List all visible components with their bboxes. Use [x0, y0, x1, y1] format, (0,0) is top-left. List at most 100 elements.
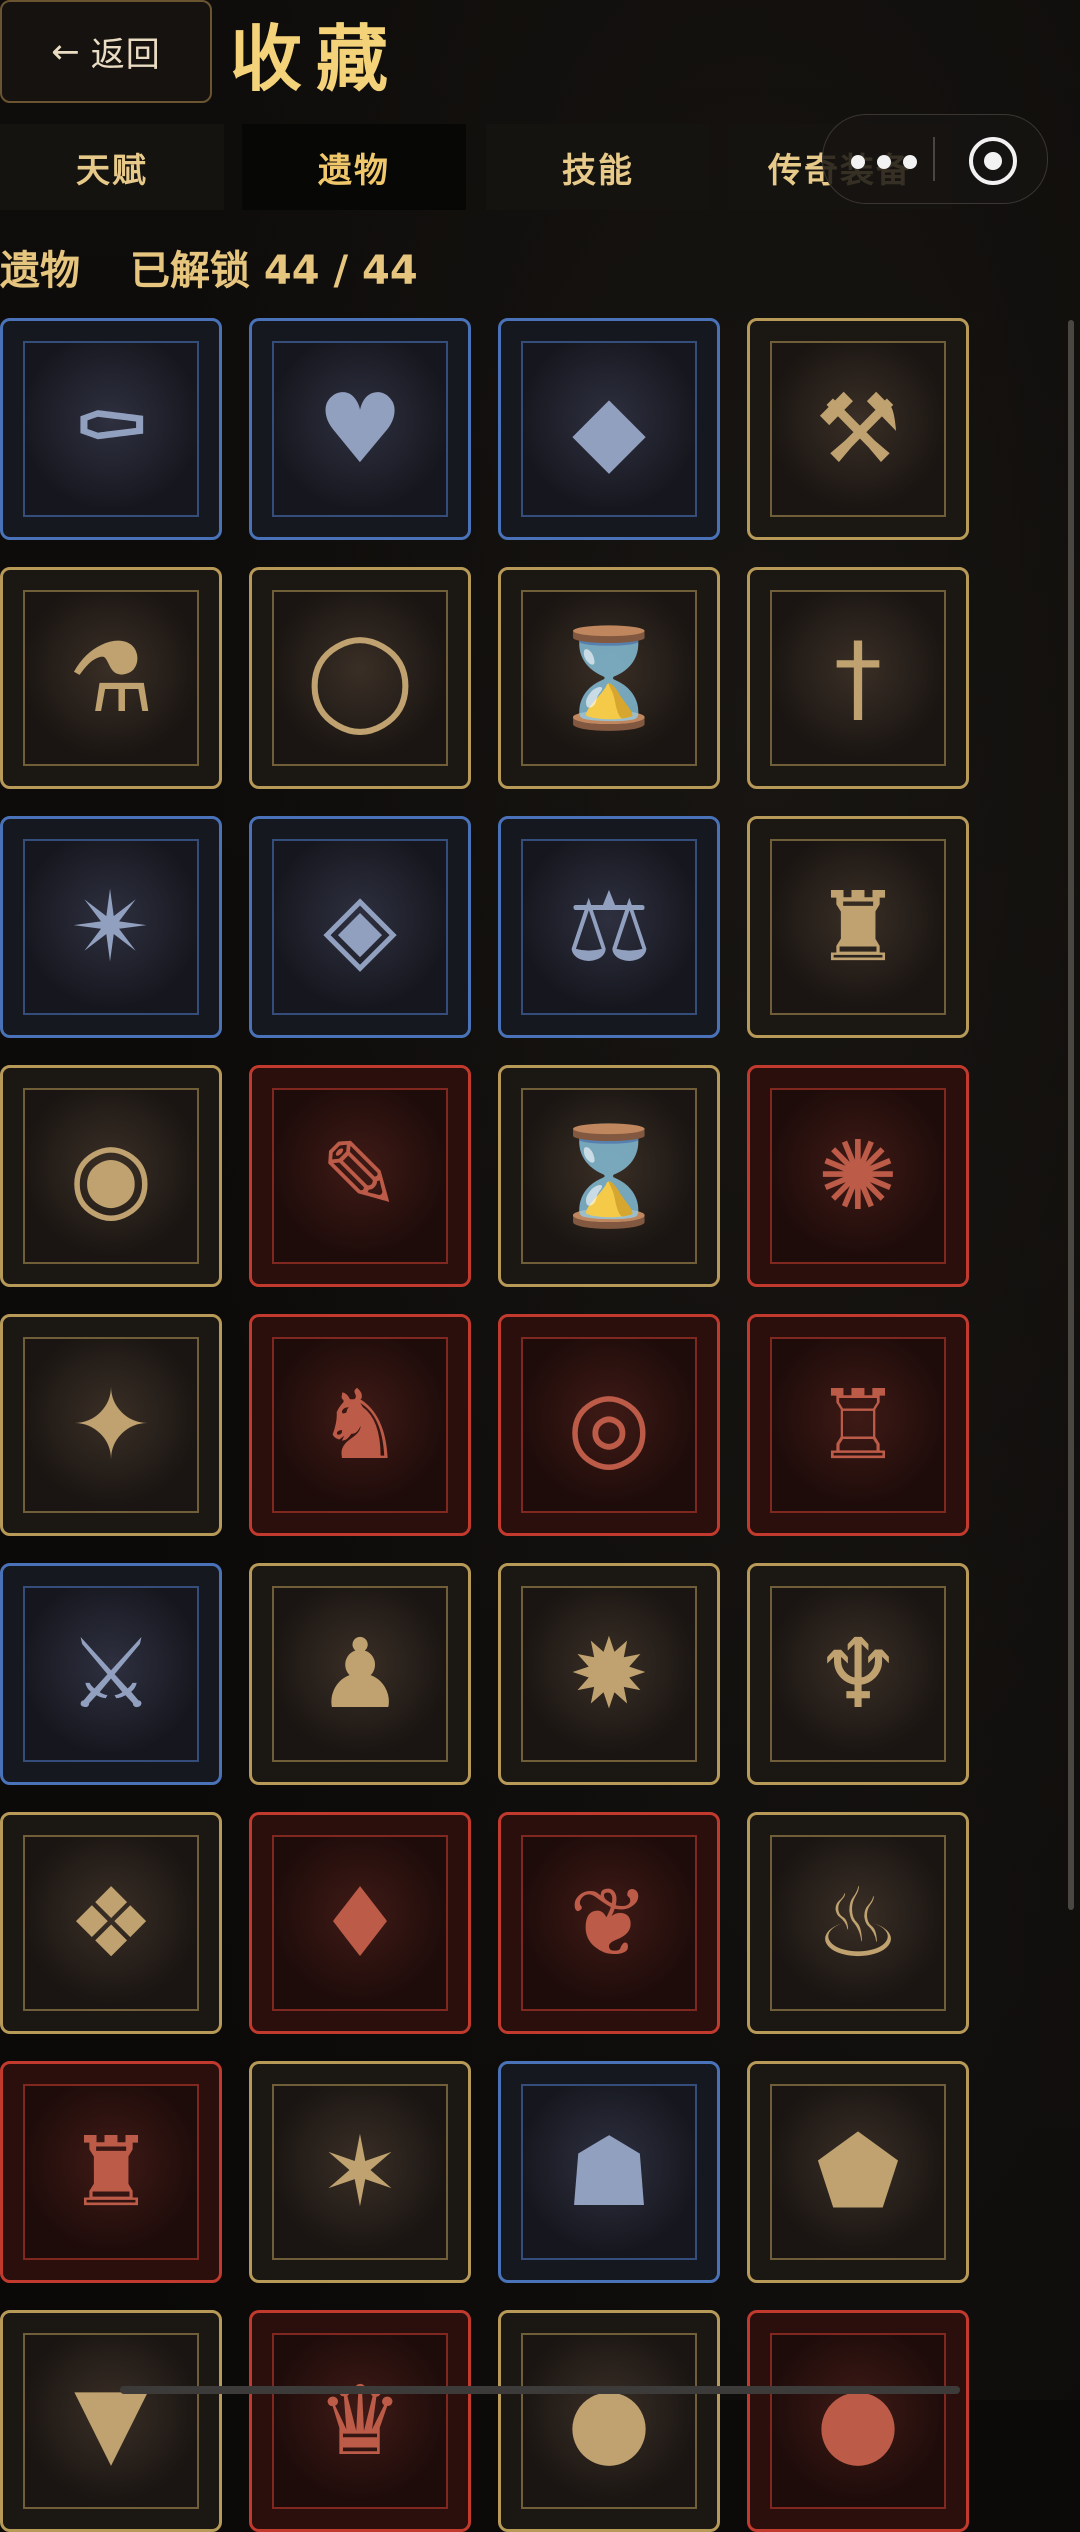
relic-card[interactable]: ⌛: [498, 1065, 720, 1287]
relic-frame: ♦: [272, 1835, 448, 2011]
relic-card[interactable]: ❖: [0, 1812, 222, 2034]
relic-card[interactable]: ♟: [249, 1563, 471, 1785]
blood-jar-icon: ⚗: [67, 622, 155, 734]
relic-card[interactable]: ✴: [0, 816, 222, 1038]
relic-card[interactable]: ✎: [249, 1065, 471, 1287]
relic-card[interactable]: ⚰: [0, 318, 222, 540]
green-gem-icon: ◈: [323, 871, 397, 983]
treasure-bag-icon: ☗: [565, 2116, 653, 2228]
shield-crystal-icon: ⬟: [816, 2116, 900, 2228]
capsule-divider: [933, 137, 935, 181]
relic-frame: ⬟: [770, 2084, 946, 2260]
unlocked-count: 已解锁 44 / 44: [130, 248, 418, 294]
relic-frame: ♜: [23, 2084, 199, 2260]
relic-card[interactable]: ✹: [498, 1563, 720, 1785]
relic-card[interactable]: ◯: [249, 567, 471, 789]
relic-card[interactable]: ⚗: [0, 567, 222, 789]
tab-relics[interactable]: 遗物: [242, 124, 466, 210]
chained-heart-icon: ♥: [316, 373, 404, 485]
relic-card[interactable]: ●: [747, 2310, 969, 2532]
chained-hourglass-icon: ⌛: [549, 1120, 669, 1232]
target-close-icon[interactable]: [969, 137, 1017, 185]
relic-frame: ✶: [272, 2084, 448, 2260]
relic-card[interactable]: ●: [498, 2310, 720, 2532]
relic-frame: ⚔: [23, 1586, 199, 1762]
relic-card[interactable]: ♆: [747, 1563, 969, 1785]
tab-skills[interactable]: 技能: [486, 124, 710, 210]
ruby-necklace-icon: ❦: [568, 1867, 650, 1979]
relic-card[interactable]: ⬟: [747, 2061, 969, 2283]
star-pendant-icon: ✶: [319, 2116, 401, 2228]
relic-card[interactable]: ◈: [249, 816, 471, 1038]
dagger-block-icon: †: [834, 622, 882, 734]
fire-feather-icon: ✎: [319, 1120, 401, 1232]
clawed-crystal-icon: ♦: [316, 1867, 404, 1979]
compass-star-icon: ✴: [70, 871, 152, 983]
relic-frame: ✴: [23, 839, 199, 1015]
relic-frame: ⚰: [23, 341, 199, 517]
relic-frame: ●: [521, 2333, 697, 2509]
section-header: 遗物 已解锁 44 / 44: [0, 236, 418, 298]
relic-card[interactable]: ♖: [747, 1314, 969, 1536]
eye-crystal-icon: ◉: [69, 1120, 153, 1232]
relic-frame: ⌛: [521, 590, 697, 766]
relic-card[interactable]: ◎: [498, 1314, 720, 1536]
relic-card[interactable]: ✺: [747, 1065, 969, 1287]
dark-lantern-icon: ♖: [814, 1369, 902, 1481]
crossed-swords-icon: ⚔: [67, 1618, 155, 1730]
relic-card[interactable]: ⚔: [0, 1563, 222, 1785]
relic-frame: ☗: [521, 2084, 697, 2260]
relic-card[interactable]: ❦: [498, 1812, 720, 2034]
relic-frame: ◎: [521, 1337, 697, 1513]
more-dots-icon[interactable]: [851, 155, 921, 169]
back-button[interactable]: ← 返回: [0, 0, 212, 103]
relic-card[interactable]: ⚖: [498, 816, 720, 1038]
red-seal-icon: ◎: [567, 1369, 651, 1481]
rune-tablet-icon: ❖: [67, 1867, 155, 1979]
fortress-icon: ♜: [67, 2116, 155, 2228]
thorn-wheel-icon: ✹: [568, 1618, 650, 1730]
relic-card[interactable]: ✦: [0, 1314, 222, 1536]
relic-card[interactable]: †: [747, 567, 969, 789]
relic-frame: ♨: [770, 1835, 946, 2011]
relic-card[interactable]: ♥: [249, 318, 471, 540]
relic-card[interactable]: ⚒: [747, 318, 969, 540]
miniprogram-capsule: [822, 114, 1048, 204]
relic-frame: ♆: [770, 1586, 946, 1762]
winged-boot-icon: ♟: [316, 1618, 404, 1730]
relic-frame: ♜: [770, 839, 946, 1015]
relic-frame: ❦: [521, 1835, 697, 2011]
back-arrow-icon: ←: [51, 31, 81, 72]
relic-frame: ✎: [272, 1088, 448, 1264]
flaming-gold-icon: ♨: [814, 1867, 902, 1979]
hourglass-lantern-icon: ⌛: [549, 622, 669, 734]
relic-frame: ✹: [521, 1586, 697, 1762]
relic-card[interactable]: ✶: [249, 2061, 471, 2283]
coin-purse-icon: ♜: [814, 871, 902, 983]
relic-frame: ♖: [770, 1337, 946, 1513]
relic-card[interactable]: ⌛: [498, 567, 720, 789]
relic-card[interactable]: ◆: [498, 318, 720, 540]
relic-card[interactable]: ◉: [0, 1065, 222, 1287]
spiked-ring-icon: ◯: [306, 622, 414, 734]
relic-frame: ●: [770, 2333, 946, 2509]
relic-frame: ⚒: [770, 341, 946, 517]
relic-card[interactable]: ♨: [747, 1812, 969, 2034]
relic-card[interactable]: ▼: [0, 2310, 222, 2532]
scrollbar[interactable]: [1068, 320, 1074, 1910]
relic-card[interactable]: ♛: [249, 2310, 471, 2532]
relic-card[interactable]: ☗: [498, 2061, 720, 2283]
relic-card[interactable]: ♞: [249, 1314, 471, 1536]
relic-card[interactable]: ♜: [747, 816, 969, 1038]
relic-frame: ◉: [23, 1088, 199, 1264]
lightning-shuriken-icon: ✦: [70, 1369, 152, 1481]
coffin-icon: ⚰: [70, 373, 152, 485]
back-label: 返回: [90, 35, 161, 75]
scales-icon: ⚖: [565, 871, 653, 983]
relic-card[interactable]: ♜: [0, 2061, 222, 2283]
relic-frame: ◯: [272, 590, 448, 766]
relic-frame: ⚗: [23, 590, 199, 766]
tab-talents[interactable]: 天赋: [0, 124, 224, 210]
home-indicator: [120, 2386, 960, 2394]
relic-card[interactable]: ♦: [249, 1812, 471, 2034]
